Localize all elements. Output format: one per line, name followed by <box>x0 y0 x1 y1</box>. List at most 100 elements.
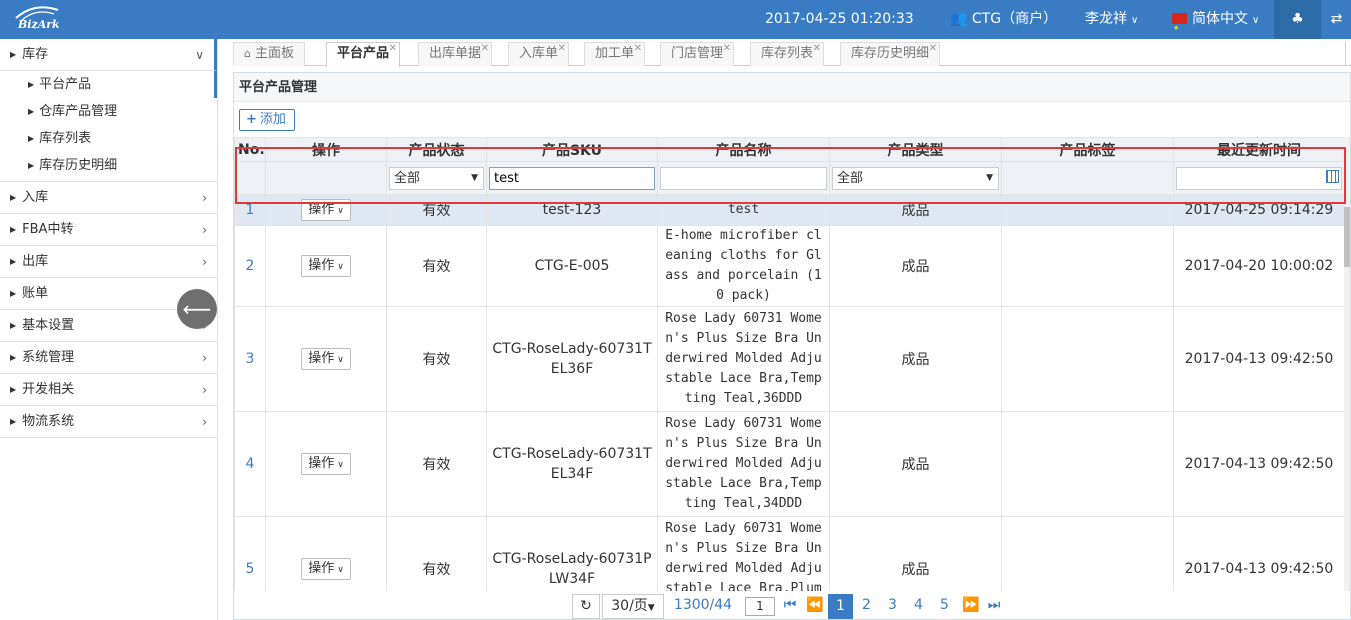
sidebar-section-inbound[interactable]: ▶ 入库 › <box>0 182 217 214</box>
language-label: 简体中文 <box>1192 11 1248 27</box>
table-row[interactable]: 3 操作 ∨ 有效 CTG-RoseLady-60731TEL36F Rose L… <box>234 306 1345 412</box>
chevron-down-icon: ∨ <box>337 262 344 272</box>
close-icon[interactable]: ✕ <box>558 38 566 60</box>
name-filter-input[interactable] <box>660 166 827 190</box>
sidebar-section-system[interactable]: ▶ 系统管理 › <box>0 342 217 374</box>
row-action-cell: 操作 ∨ <box>265 225 387 307</box>
page-button-3[interactable]: 3 <box>880 594 905 619</box>
chevron-down-icon: ∨ <box>337 355 344 365</box>
sidebar-section-fba[interactable]: ▶ FBA中转 › <box>0 214 217 246</box>
previous-page-icon[interactable]: ⏪ <box>804 594 826 619</box>
caret-right-icon: ▶ <box>10 225 17 234</box>
sidebar-section-dev[interactable]: ▶ 开发相关 › <box>0 374 217 406</box>
page-button-5[interactable]: 5 <box>932 594 957 619</box>
table-row[interactable]: 5 操作 ∨ 有效 CTG-RoseLady-60731PLW34F Rose L… <box>234 516 1345 591</box>
collapse-sidebar-button[interactable]: ⟵ <box>177 289 217 329</box>
last-page-icon[interactable]: ⏭ <box>984 594 1004 619</box>
status-filter-value: 全部 <box>394 170 421 186</box>
next-page-icon[interactable]: ⏩ <box>960 594 982 619</box>
add-button-label: 添加 <box>259 112 286 127</box>
status-filter-select[interactable]: 全部 ▼ <box>389 166 484 190</box>
row-action-cell: 操作 ∨ <box>265 194 387 226</box>
sidebar-item-warehouse-products[interactable]: ▶ 仓库产品管理 <box>0 98 217 125</box>
caret-right-icon: ▶ <box>28 134 35 143</box>
calendar-icon[interactable] <box>1326 169 1339 183</box>
close-icon[interactable]: ✕ <box>813 38 821 60</box>
page-button-1[interactable]: 1 <box>828 594 853 619</box>
table-row[interactable]: 4 操作 ∨ 有效 CTG-RoseLady-60731TEL34F Rose L… <box>234 411 1345 517</box>
user-menu[interactable]: 李龙祥 ∨ <box>1085 0 1138 39</box>
close-icon[interactable]: ✕ <box>723 38 731 60</box>
caret-right-icon: ▶ <box>10 50 17 59</box>
grid-scrollbar[interactable] <box>1344 137 1350 591</box>
updated-filter-input[interactable] <box>1176 166 1342 190</box>
column-header-sku[interactable]: 产品SKU <box>486 137 658 162</box>
row-number: 1 <box>234 194 266 226</box>
column-header-name[interactable]: 产品名称 <box>657 137 830 162</box>
table-row[interactable]: 1 操作 ∨ 有效 test-123 test 成品 2017-04-25 09:… <box>234 194 1345 226</box>
type-filter-select[interactable]: 全部 ▼ <box>832 166 999 190</box>
filter-cell-updated <box>1173 161 1345 195</box>
caret-down-icon: ▼ <box>471 172 478 183</box>
tab-store-management[interactable]: 门店管理 ✕ <box>660 42 735 66</box>
row-action-label: 操作 <box>308 456 335 471</box>
merchant-menu[interactable]: 👥 CTG（商户） <box>950 0 1057 39</box>
page-number-input[interactable]: 1 <box>745 597 775 616</box>
chevron-right-icon: › <box>202 351 207 365</box>
row-type: 成品 <box>829 516 1002 591</box>
table-row[interactable]: 2 操作 ∨ 有效 CTG-E-005 E-home microfiber cle… <box>234 225 1345 307</box>
column-header-status[interactable]: 产品状态 <box>386 137 487 162</box>
sidebar-section-label: 开发相关 <box>22 382 75 397</box>
tabs-scroll-handle[interactable] <box>1345 42 1351 66</box>
tab-platform-products[interactable]: 平台产品 ✕ <box>326 42 401 67</box>
row-action-button[interactable]: 操作 ∨ <box>301 348 351 370</box>
column-header-type[interactable]: 产品类型 <box>829 137 1002 162</box>
row-tag <box>1001 225 1174 307</box>
sidebar-item-inventory-history[interactable]: ▶ 库存历史明细 <box>0 152 217 179</box>
row-number: 3 <box>234 306 266 412</box>
row-action-cell: 操作 ∨ <box>265 516 387 591</box>
close-icon[interactable]: ✕ <box>929 38 937 60</box>
column-header-tag[interactable]: 产品标签 <box>1001 137 1174 162</box>
switch-icon[interactable]: ⇄ <box>1322 0 1351 39</box>
add-button[interactable]: + 添加 <box>239 109 295 131</box>
tree-icon[interactable]: ♣ <box>1274 0 1321 39</box>
column-header-no[interactable]: No. <box>234 137 266 162</box>
first-page-icon[interactable]: ⏮ <box>780 594 800 619</box>
refresh-button[interactable]: ↻ <box>572 594 600 619</box>
row-action-button[interactable]: 操作 ∨ <box>301 255 351 277</box>
close-icon[interactable]: ✕ <box>481 38 489 60</box>
sidebar-item-inventory-list[interactable]: ▶ 库存列表 <box>0 125 217 152</box>
close-icon[interactable]: ✕ <box>389 38 397 60</box>
page-button-2[interactable]: 2 <box>854 594 879 619</box>
logo-text: BizArk <box>18 18 60 31</box>
chevron-right-icon: › <box>202 383 207 397</box>
tab-outbound-docs[interactable]: 出库单据 ✕ <box>418 42 493 66</box>
sidebar-section-logistics[interactable]: ▶ 物流系统 › <box>0 406 217 438</box>
chevron-down-icon: ∨ <box>1131 15 1139 26</box>
sidebar-section-inventory[interactable]: ▶ 库存 ∨ <box>0 39 217 71</box>
scrollbar-thumb[interactable] <box>1344 207 1350 267</box>
home-icon: ⌂ <box>244 47 251 60</box>
page-size-select[interactable]: 30/页▼ <box>602 594 664 619</box>
tab-dashboard[interactable]: ⌂ 主面板 <box>233 42 305 66</box>
user-name: 李龙祥 <box>1085 11 1127 27</box>
panel-title: 平台产品管理 <box>234 73 1350 102</box>
sidebar-section-outbound[interactable]: ▶ 出库 › <box>0 246 217 278</box>
column-header-updated[interactable]: 最近更新时间 <box>1173 137 1345 162</box>
row-action-button[interactable]: 操作 ∨ <box>301 453 351 475</box>
tab-processing[interactable]: 加工单 ✕ <box>584 42 646 66</box>
column-header-action[interactable]: 操作 <box>265 137 387 162</box>
tab-inbound[interactable]: 入库单 ✕ <box>508 42 570 66</box>
tab-inventory-list[interactable]: 库存列表 ✕ <box>750 42 825 66</box>
row-action-button[interactable]: 操作 ∨ <box>301 199 351 221</box>
china-flag-icon <box>1172 9 1187 48</box>
page-button-4[interactable]: 4 <box>906 594 931 619</box>
sidebar-item-platform-products[interactable]: ▶ 平台产品 <box>0 71 217 98</box>
sidebar-section-label: 入库 <box>22 190 49 205</box>
tab-inventory-history[interactable]: 库存历史明细 ✕ <box>840 42 941 66</box>
close-icon[interactable]: ✕ <box>634 38 642 60</box>
row-action-button[interactable]: 操作 ∨ <box>301 558 351 580</box>
sku-filter-input[interactable] <box>489 166 655 190</box>
language-menu[interactable]: 简体中文 ∨ <box>1172 0 1259 48</box>
